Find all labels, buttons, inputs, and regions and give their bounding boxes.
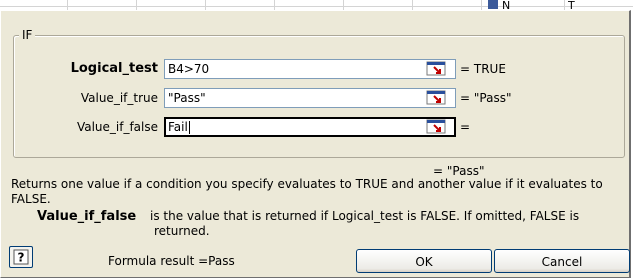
logical-test-input[interactable]: B4>70	[164, 59, 456, 79]
function-arguments-dialog: Logical_test B4>70 = TRUE Value_if_true …	[0, 10, 631, 278]
argument-label: Logical_test	[70, 61, 158, 76]
function-description: Returns one value if a condition you spe…	[11, 177, 603, 206]
ok-button[interactable]: OK	[356, 249, 492, 273]
argument-row-logical-test: Logical_test B4>70 = TRUE	[14, 59, 624, 79]
argument-help-text-continued: returned.	[154, 224, 210, 238]
function-result: = "Pass"	[433, 164, 485, 178]
input-value: "Pass"	[168, 91, 206, 105]
argument-result: = TRUE	[460, 62, 506, 76]
collapse-dialog-icon[interactable]	[426, 119, 448, 135]
argument-result: = "Pass"	[460, 91, 512, 105]
value-if-true-input[interactable]: "Pass"	[164, 88, 456, 108]
text-caret	[188, 121, 190, 134]
collapse-dialog-icon[interactable]	[426, 90, 448, 106]
input-value: Fail	[168, 120, 188, 134]
argument-help-text: is the value that is returned if Logical…	[150, 209, 580, 223]
argument-label: Value_if_false	[76, 120, 158, 134]
input-value: B4>70	[168, 62, 210, 76]
argument-result: =	[460, 120, 471, 134]
arguments-group: Logical_test B4>70 = TRUE Value_if_true …	[13, 35, 625, 158]
formula-result: Formula result =Pass	[108, 254, 235, 268]
cancel-button[interactable]: Cancel	[494, 249, 630, 273]
value-if-false-input[interactable]: Fail	[164, 117, 456, 137]
help-question-icon: ?	[10, 249, 32, 270]
argument-help-name: Value_if_false	[37, 209, 137, 224]
function-name: IF	[19, 29, 36, 42]
argument-row-value-if-true: Value_if_true "Pass" = "Pass"	[14, 88, 624, 108]
help-button[interactable]: ?	[9, 246, 33, 268]
cell-marker	[488, 0, 498, 9]
svg-text:?: ?	[18, 251, 25, 265]
argument-row-value-if-false: Value_if_false Fail =	[14, 117, 624, 137]
grid-line	[0, 6, 633, 7]
collapse-dialog-icon[interactable]	[426, 61, 448, 77]
argument-label: Value_if_true	[80, 91, 158, 105]
